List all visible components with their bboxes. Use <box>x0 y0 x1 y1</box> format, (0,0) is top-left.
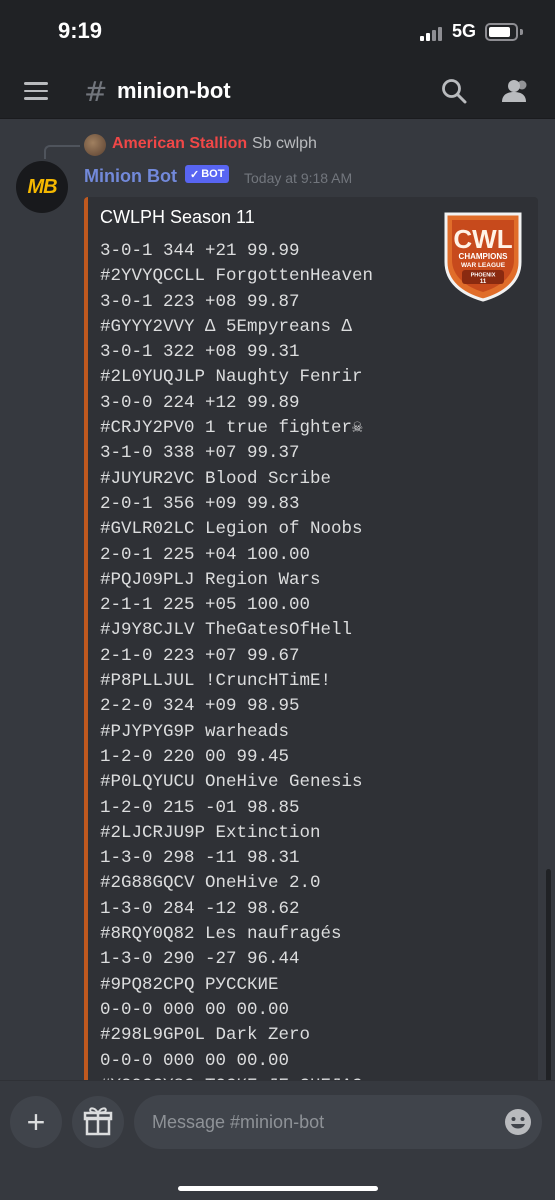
network-label: 5G <box>452 21 477 41</box>
scrollbar[interactable] <box>546 869 551 1080</box>
embed-line: #2G88GQCV OneHive 2.0 <box>100 873 321 894</box>
embed-line: 3-0-1 344 +21 99.99 <box>100 241 300 261</box>
embed-line: #2LJCRJU9P Extinction <box>100 822 321 843</box>
composer: + <box>0 1080 555 1200</box>
logo-line4: 11 <box>480 279 487 285</box>
embed-line: 1-3-0 290 -27 96.44 <box>100 949 300 970</box>
message-input[interactable] <box>152 1095 492 1149</box>
embed-line: 0-0-0 000 00 00.00 <box>100 999 290 1020</box>
embed-line: 3-0-0 224 +12 99.89 <box>100 392 300 413</box>
message-timestamp: Today at 9:18 AM <box>244 170 353 186</box>
embed-line: #GYYY2VVY ∆ 5Empyreans ∆ <box>100 316 353 337</box>
check-icon: ✓ <box>190 168 200 181</box>
embed-line: #P8PLLJUL !CruncHTimE! <box>100 671 332 692</box>
message-list[interactable]: American Stallion Sb cwlph MB Minion Bot… <box>0 119 555 1080</box>
embed-line: 3-0-1 322 +08 99.31 <box>100 342 300 363</box>
reply-avatar[interactable] <box>84 134 106 156</box>
embed-line: 3-1-0 338 +07 99.37 <box>100 443 300 464</box>
embed-line: 0-0-0 000 00 00.00 <box>100 1050 290 1071</box>
emoji-icon[interactable] <box>504 1108 532 1136</box>
avatar[interactable]: MB <box>16 161 68 213</box>
embed-line: #JUYUR2VC Blood Scribe <box>100 468 332 489</box>
embed-line: #PQJ09PLJ Region Wars <box>100 569 321 590</box>
gift-icon <box>83 1107 113 1136</box>
gift-button[interactable] <box>72 1096 124 1148</box>
logo-line1: CHAMPIONS <box>459 252 509 261</box>
embed-line: 2-0-1 225 +04 100.00 <box>100 544 311 565</box>
battery-tip <box>520 29 523 35</box>
reply-author[interactable]: American Stallion <box>112 135 247 153</box>
search-icon[interactable] <box>441 78 467 104</box>
embed-line: #PJYPYG9P warheads <box>100 721 290 742</box>
embed-description: 3-0-1 344 +21 99.99 #2YVYQCCLL ForgottenH… <box>100 239 373 1080</box>
embed-line: #8RQY0Q82 Les naufragés <box>100 924 342 945</box>
home-indicator <box>178 1186 378 1191</box>
channel-title: minion-bot <box>117 78 231 103</box>
avatar-text: MB <box>27 175 57 198</box>
reply-connector <box>44 145 80 159</box>
embed-line: 2-0-1 356 +09 99.83 <box>100 493 300 514</box>
cwl-logo-thumbnail[interactable]: CWL CHAMPIONS WAR LEAGUE PHOENIX 11 <box>442 212 524 302</box>
hash-icon: # <box>84 75 108 108</box>
add-attachment-button[interactable]: + <box>10 1096 62 1148</box>
embed-line: #J9Y8CJLV TheGatesOfHell <box>100 620 353 641</box>
status-time: 9:19 <box>58 18 103 43</box>
embed-line: 1-2-0 215 -01 98.85 <box>100 797 300 818</box>
channel-header: # minion-bot <box>0 62 555 119</box>
logo-text: CWL <box>453 224 512 254</box>
embed-line: #CRJY2PV0 1 true fighter☠ <box>100 418 363 439</box>
signal-icon <box>420 25 446 41</box>
embed-line: 1-3-0 284 -12 98.62 <box>100 898 300 919</box>
bot-badge-label: BOT <box>201 168 225 180</box>
reply-text[interactable]: Sb cwlph <box>252 135 317 153</box>
embed-line: 3-0-1 223 +08 99.87 <box>100 291 300 312</box>
embed: CWLPH Season 11 3-0-1 344 +21 99.99 #2YVY… <box>84 197 538 1080</box>
embed-line: #P0LQYUCU OneHive Genesis <box>100 772 363 793</box>
members-icon[interactable] <box>500 78 530 104</box>
embed-line: #2YVYQCCLL ForgottenHeaven <box>100 266 374 287</box>
embed-line: 2-1-1 225 +05 100.00 <box>100 595 311 616</box>
logo-line2: WAR LEAGUE <box>461 262 506 269</box>
status-bar: 9:19 5G <box>0 0 555 62</box>
plus-icon: + <box>26 1103 46 1140</box>
embed-title: CWLPH Season 11 <box>100 207 255 227</box>
message-box <box>134 1095 542 1149</box>
message-author[interactable]: Minion Bot <box>84 166 177 187</box>
embed-line: 2-2-0 324 +09 98.95 <box>100 696 300 717</box>
embed-line: #298L9GP0L Dark Zero <box>100 1025 311 1046</box>
embed-line: 2-1-0 223 +07 99.67 <box>100 645 300 666</box>
bot-badge: ✓ BOT <box>185 165 230 183</box>
embed-line: 1-2-0 220 00 99.45 <box>100 746 290 767</box>
embed-line: #GVLR02LC Legion of Noobs <box>100 519 363 540</box>
embed-line: #2L0YUQJLP Naughty Fenrir <box>100 367 363 388</box>
battery-icon <box>485 23 518 41</box>
logo-line3: PHOENIX <box>471 273 496 279</box>
embed-line: #9PQ82CPQ РУССКИЕ <box>100 974 279 995</box>
embed-line: 1-3-0 298 -11 98.31 <box>100 848 300 869</box>
menu-icon[interactable] <box>24 82 48 100</box>
